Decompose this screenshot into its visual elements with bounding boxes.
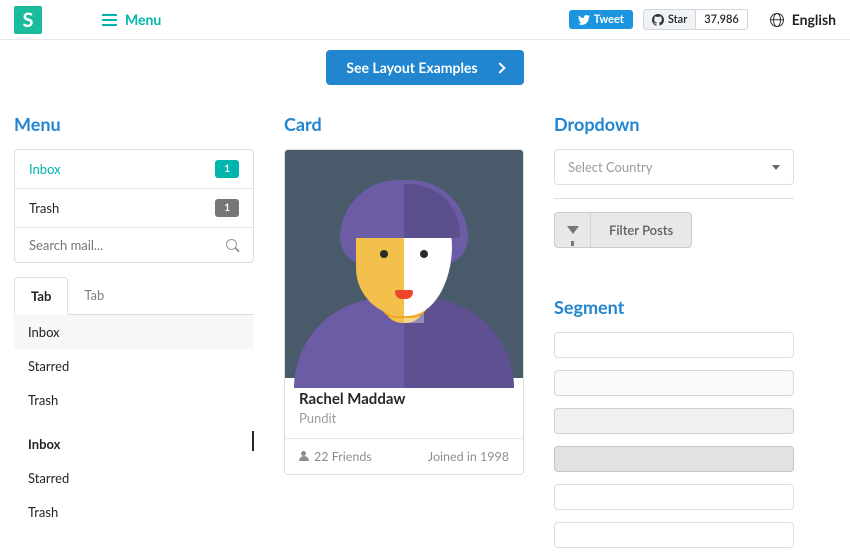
search-input[interactable] (29, 237, 226, 253)
segment-box (554, 408, 794, 434)
country-dropdown[interactable]: Select Country (554, 149, 794, 185)
card-joined: Joined in 1998 (428, 449, 509, 464)
segment-box (554, 522, 794, 548)
vertical-menu: Inbox 1 Trash 1 (14, 149, 254, 263)
filter-button[interactable]: Filter Posts (554, 212, 692, 248)
tab-2[interactable]: Tab (68, 277, 120, 314)
filter-label: Filter Posts (591, 213, 691, 247)
globe-icon (770, 13, 784, 27)
list-item[interactable]: Starred (14, 461, 254, 495)
star-label: Star (668, 13, 687, 26)
list-item[interactable]: Starred (14, 349, 254, 383)
menu-item-badge: 1 (215, 160, 239, 178)
logo[interactable]: S (14, 6, 42, 34)
caret-down-icon (772, 165, 780, 170)
menu-heading: Menu (14, 113, 254, 135)
card-name: Rachel Maddaw (299, 390, 509, 408)
tab-content-list: Inbox Starred Trash (14, 315, 254, 417)
card-image (285, 150, 523, 378)
segment-heading: Segment (554, 296, 794, 318)
filter-icon (567, 226, 579, 234)
github-icon (652, 14, 664, 26)
search-icon (226, 239, 239, 252)
segment-box (554, 484, 794, 510)
active-indicator (252, 431, 254, 451)
card-friends: 22 Friends (299, 449, 372, 464)
user-icon (299, 451, 309, 461)
segment-box (554, 446, 794, 472)
profile-card[interactable]: Rachel Maddaw Pundit 22 Friends Joined i… (284, 149, 524, 475)
menu-item-inbox[interactable]: Inbox 1 (15, 150, 253, 188)
menu-item-badge: 1 (215, 199, 239, 217)
main-menu-button[interactable]: Menu (102, 11, 161, 28)
twitter-icon (578, 15, 590, 25)
main-menu-label: Menu (125, 11, 161, 28)
secondary-list: Inbox Starred Trash (14, 427, 254, 529)
list-item[interactable]: Trash (14, 495, 254, 529)
segment-box (554, 332, 794, 358)
tab-1[interactable]: Tab (14, 277, 68, 315)
chevron-right-icon (494, 62, 505, 73)
tweet-label: Tweet (594, 13, 624, 26)
divider (554, 198, 794, 199)
menu-item-label: Inbox (29, 161, 61, 177)
menu-item-trash[interactable]: Trash 1 (15, 188, 253, 227)
see-examples-label: See Layout Examples (346, 59, 477, 76)
card-subtitle: Pundit (299, 410, 509, 426)
list-item[interactable]: Trash (14, 383, 254, 417)
list-item[interactable]: Inbox (14, 427, 254, 461)
github-star-widget[interactable]: Star 37,986 (643, 9, 748, 30)
tweet-button[interactable]: Tweet (569, 10, 633, 29)
star-count: 37,986 (696, 9, 747, 30)
dropdown-heading: Dropdown (554, 113, 794, 135)
bars-icon (102, 14, 117, 26)
see-examples-button[interactable]: See Layout Examples (326, 50, 523, 85)
menu-item-label: Trash (29, 200, 59, 216)
tab-bar: Tab Tab (14, 277, 254, 315)
card-heading: Card (284, 113, 524, 135)
language-selector[interactable]: English (770, 11, 836, 28)
list-item[interactable]: Inbox (14, 315, 254, 349)
language-label: English (792, 11, 836, 28)
menu-search[interactable] (15, 227, 253, 262)
segment-box (554, 370, 794, 396)
dropdown-placeholder: Select Country (568, 159, 652, 175)
